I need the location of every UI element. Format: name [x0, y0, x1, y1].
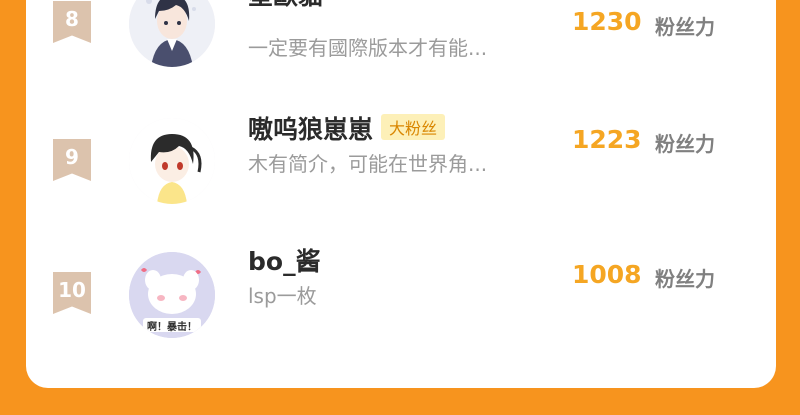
avatar-image — [129, 0, 215, 67]
rank-badge: 9 — [53, 139, 91, 181]
user-name[interactable]: 嗷呜狼崽崽 大粉丝 — [248, 110, 446, 146]
big-fan-badge: 大粉丝 — [381, 114, 446, 140]
leaderboard-row[interactable]: 10 啊！暴击！ bo_酱 lsp一枚 1008 粉丝力 — [26, 238, 776, 368]
leaderboard-row[interactable]: 8 星歐貓 一定要有國際版本才有能... 1230 粉丝力 — [26, 0, 776, 110]
fan-power-score: 1230 — [572, 7, 642, 36]
user-name-text: bo_酱 — [248, 247, 321, 276]
fan-power-label: 粉丝力 — [655, 132, 715, 156]
rank-badge: 8 — [53, 1, 91, 43]
user-name[interactable]: 星歐貓 — [248, 0, 323, 12]
fan-power-score: 1008 — [572, 260, 642, 289]
user-name[interactable]: bo_酱 — [248, 242, 321, 278]
rank-badge: 10 — [53, 272, 91, 314]
leaderboard-row[interactable]: 9 嗷呜狼崽崽 大粉丝 木有简介，可能在世界角... 1223 粉丝力 — [26, 108, 776, 238]
fan-power-label: 粉丝力 — [655, 267, 715, 291]
avatar-caption: 啊！暴击！ — [147, 322, 197, 333]
user-bio: 一定要有國際版本才有能... — [248, 36, 488, 60]
avatar[interactable]: 啊！暴击！ — [129, 252, 215, 338]
fan-leaderboard-card: 8 星歐貓 一定要有國際版本才有能... 1230 粉丝力 9 — [26, 0, 776, 388]
avatar-image — [129, 118, 215, 204]
user-name-text: 嗷呜狼崽崽 — [248, 115, 374, 144]
user-name-text: 星歐貓 — [248, 0, 323, 10]
user-bio: lsp一枚 — [248, 284, 317, 308]
fan-power-label: 粉丝力 — [655, 15, 715, 39]
fan-power-score: 1223 — [572, 125, 642, 154]
avatar[interactable] — [129, 118, 215, 204]
user-bio: 木有简介，可能在世界角... — [248, 152, 488, 176]
avatar[interactable] — [129, 0, 215, 67]
